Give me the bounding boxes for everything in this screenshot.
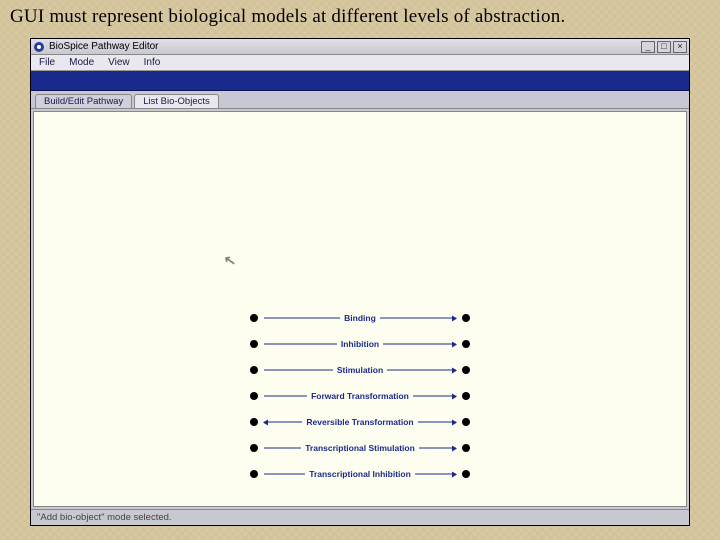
node-dot-icon xyxy=(250,314,258,322)
page-caption: GUI must represent biological models at … xyxy=(0,0,720,30)
node-dot-icon xyxy=(250,366,258,374)
tab-row: Build/Edit Pathway List Bio-Objects xyxy=(31,91,689,109)
menu-file[interactable]: File xyxy=(39,57,55,68)
interaction-row[interactable]: Binding xyxy=(250,307,470,329)
interaction-label: Inhibition xyxy=(337,339,383,349)
node-dot-icon xyxy=(462,314,470,322)
node-dot-icon xyxy=(462,340,470,348)
menubar: File Mode View Info xyxy=(31,55,689,71)
interaction-row[interactable]: Reversible Transformation xyxy=(250,411,470,433)
interaction-row[interactable]: Transcriptional Stimulation xyxy=(250,437,470,459)
status-bar: "Add bio-object" mode selected. xyxy=(31,509,689,525)
pathway-canvas[interactable]: ↖ Binding Inhibition Stimulation Forward Tr… xyxy=(33,111,687,507)
window-title: BioSpice Pathway Editor xyxy=(49,41,641,52)
maximize-button[interactable]: □ xyxy=(657,41,671,53)
interaction-label: Stimulation xyxy=(333,365,387,375)
node-dot-icon xyxy=(250,392,258,400)
canvas-wrap: ↖ Binding Inhibition Stimulation Forward Tr… xyxy=(31,109,689,509)
menu-mode[interactable]: Mode xyxy=(69,57,94,68)
accent-bar xyxy=(31,71,689,91)
minimize-button[interactable]: _ xyxy=(641,41,655,53)
interaction-label: Transcriptional Inhibition xyxy=(305,469,415,479)
interaction-label: Transcriptional Stimulation xyxy=(301,443,419,453)
cursor-icon: ↖ xyxy=(223,251,238,270)
node-dot-icon xyxy=(462,392,470,400)
node-dot-icon xyxy=(250,340,258,348)
node-dot-icon xyxy=(462,444,470,452)
app-logo-icon xyxy=(33,41,45,53)
node-dot-icon xyxy=(462,418,470,426)
menu-info[interactable]: Info xyxy=(144,57,161,68)
interaction-row[interactable]: Transcriptional Inhibition xyxy=(250,463,470,485)
interaction-label: Forward Transformation xyxy=(307,391,413,401)
app-window: BioSpice Pathway Editor _ □ × File Mode … xyxy=(30,38,690,526)
node-dot-icon xyxy=(462,470,470,478)
node-dot-icon xyxy=(462,366,470,374)
interaction-row[interactable]: Inhibition xyxy=(250,333,470,355)
interaction-label: Reversible Transformation xyxy=(302,417,417,427)
node-dot-icon xyxy=(250,418,258,426)
node-dot-icon xyxy=(250,444,258,452)
window-control-group: _ □ × xyxy=(641,41,687,53)
tab-list-bioobjects[interactable]: List Bio-Objects xyxy=(134,94,219,108)
status-text: "Add bio-object" mode selected. xyxy=(37,512,172,523)
titlebar: BioSpice Pathway Editor _ □ × xyxy=(31,39,689,55)
interaction-label: Binding xyxy=(340,313,380,323)
close-button[interactable]: × xyxy=(673,41,687,53)
node-dot-icon xyxy=(250,470,258,478)
menu-view[interactable]: View xyxy=(108,57,130,68)
interaction-row[interactable]: Stimulation xyxy=(250,359,470,381)
interaction-row[interactable]: Forward Transformation xyxy=(250,385,470,407)
tab-build-edit[interactable]: Build/Edit Pathway xyxy=(35,94,132,108)
